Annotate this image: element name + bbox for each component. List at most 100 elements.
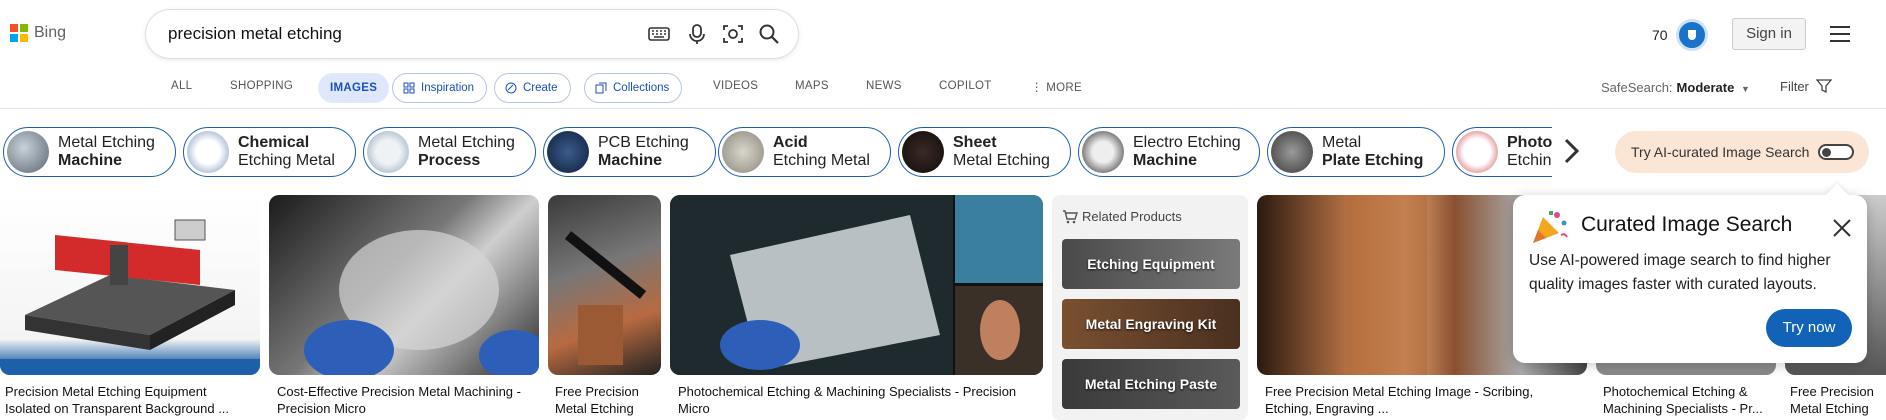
popup-notch bbox=[1825, 183, 1849, 207]
tab-create[interactable]: Create bbox=[494, 73, 571, 103]
related-product-item[interactable]: Metal Engraving Kit bbox=[1062, 299, 1240, 349]
tab-more-label: MORE bbox=[1046, 82, 1082, 94]
pill-line1: PCB Etching bbox=[598, 134, 689, 151]
related-thumb bbox=[1082, 131, 1124, 173]
rewards-icon[interactable] bbox=[1676, 19, 1708, 51]
pill-line2: Plate Etching bbox=[1322, 152, 1424, 169]
pill-line2: Machine bbox=[58, 152, 123, 169]
keyboard-icon[interactable] bbox=[648, 23, 670, 45]
filter-label: Filter bbox=[1780, 79, 1809, 94]
pill-line2: Machine bbox=[1133, 152, 1198, 169]
hamburger-menu-icon[interactable] bbox=[1830, 26, 1850, 42]
funnel-icon bbox=[1815, 79, 1832, 94]
result-caption[interactable]: Photochemical Etching & Machining Specia… bbox=[1603, 383, 1773, 417]
pill-line1: Metal bbox=[1322, 134, 1362, 151]
etched-copper-image bbox=[564, 231, 647, 365]
tab-collections[interactable]: Collections bbox=[584, 73, 683, 103]
search-box[interactable]: precision metal etching bbox=[146, 10, 798, 58]
related-search-pill[interactable]: Acid Etching Metal bbox=[718, 127, 891, 177]
search-input[interactable]: precision metal etching bbox=[168, 24, 342, 44]
tab-inspiration-label: Inspiration bbox=[421, 82, 475, 94]
pill-line2: Etching Metal bbox=[238, 152, 335, 169]
close-icon[interactable] bbox=[1831, 217, 1853, 239]
pill-line2: Metal Etching bbox=[953, 152, 1050, 169]
tab-copilot[interactable]: COPILOT bbox=[939, 80, 992, 92]
party-popper-icon bbox=[1533, 211, 1568, 243]
related-search-pill[interactable]: PCB Etching Machine bbox=[543, 127, 716, 177]
related-search-pill[interactable]: Metal Etching Process bbox=[363, 127, 536, 177]
pill-line2: Etching Metal bbox=[773, 152, 870, 169]
bing-logo[interactable]: Bing bbox=[10, 24, 66, 42]
tab-collections-label: Collections bbox=[613, 82, 670, 94]
pill-line1: Metal Etching bbox=[58, 134, 155, 151]
related-search-pill[interactable]: Chemical Etching Metal bbox=[183, 127, 356, 177]
tab-more[interactable]: ⋮ MORE bbox=[1031, 80, 1082, 94]
microsoft-logo-icon bbox=[10, 24, 28, 42]
related-product-item[interactable]: Etching Equipment bbox=[1062, 239, 1240, 289]
related-thumb bbox=[1456, 131, 1498, 173]
related-search-pill[interactable]: Metal Plate Etching bbox=[1267, 127, 1445, 177]
tab-create-label: Create bbox=[523, 82, 558, 94]
visual-search-icon[interactable] bbox=[722, 23, 744, 45]
filter-button[interactable]: Filter bbox=[1780, 78, 1832, 94]
pill-line2: Etching bbox=[1507, 152, 1552, 169]
related-search-pill[interactable]: PhotoEtching bbox=[1452, 127, 1552, 177]
pill-line1: Acid bbox=[773, 134, 808, 151]
result-caption[interactable]: Free Precision Metal Etching Image - Scr… bbox=[1265, 383, 1565, 417]
result-caption[interactable]: Photochemical Etching & Machining Specia… bbox=[678, 383, 1038, 417]
related-thumb bbox=[1271, 131, 1313, 173]
related-search-pill[interactable]: Sheet Metal Etching bbox=[898, 127, 1071, 177]
shopping-cart-icon bbox=[1063, 210, 1078, 224]
toggle-switch[interactable] bbox=[1818, 144, 1854, 160]
related-thumb bbox=[7, 131, 49, 173]
microphone-icon[interactable] bbox=[686, 23, 708, 45]
related-thumb bbox=[722, 131, 764, 173]
safesearch-dropdown[interactable]: SafeSearch: Moderate ▼ bbox=[1601, 80, 1750, 95]
pill-line1: Metal Etching bbox=[418, 134, 515, 151]
result-caption[interactable]: Cost-Effective Precision Metal Machining… bbox=[277, 383, 537, 417]
tab-images[interactable]: IMAGES bbox=[318, 73, 390, 103]
result-image[interactable] bbox=[548, 195, 661, 375]
tab-maps[interactable]: MAPS bbox=[795, 80, 829, 92]
related-products-panel: Related Products Etching Equipment Metal… bbox=[1052, 195, 1248, 420]
result-caption[interactable]: Free Precision Metal Etching bbox=[555, 383, 660, 417]
related-search-pill[interactable]: Metal Etching Machine bbox=[3, 127, 176, 177]
pill-line1: Electro Etching bbox=[1133, 134, 1241, 151]
related-search-pill[interactable]: Electro Etching Machine bbox=[1078, 127, 1260, 177]
sign-in-button[interactable]: Sign in bbox=[1732, 18, 1806, 50]
pill-line1: Sheet bbox=[953, 134, 997, 151]
safesearch-label: SafeSearch: bbox=[1601, 80, 1673, 95]
metal-sheet-image bbox=[304, 230, 539, 375]
etching-machine-image bbox=[0, 219, 260, 375]
collections-icon bbox=[595, 82, 607, 94]
related-product-item[interactable]: Metal Etching Paste bbox=[1062, 359, 1240, 409]
result-image[interactable] bbox=[0, 195, 260, 375]
header: Bing precision metal etching 70 Sign in bbox=[0, 0, 1886, 70]
tab-inspiration[interactable]: Inspiration bbox=[392, 73, 488, 103]
ai-toggle-label: Try AI-curated Image Search bbox=[1631, 144, 1810, 160]
tab-videos[interactable]: VIDEOS bbox=[713, 80, 758, 92]
result-image[interactable] bbox=[269, 195, 539, 375]
tab-news[interactable]: NEWS bbox=[866, 80, 902, 92]
result-image[interactable] bbox=[670, 195, 1043, 375]
tab-all[interactable]: ALL bbox=[171, 80, 192, 92]
rewards-count[interactable]: 70 bbox=[1652, 27, 1668, 43]
chevron-right-icon[interactable] bbox=[1556, 136, 1586, 166]
related-products-heading: Related Products bbox=[1082, 209, 1182, 224]
inspiration-icon bbox=[403, 82, 415, 94]
pill-line1: Chemical bbox=[238, 134, 310, 151]
pill-line2: Machine bbox=[598, 152, 663, 169]
result-caption[interactable]: Free Precision Metal Etching bbox=[1790, 383, 1886, 417]
try-now-button[interactable]: Try now bbox=[1766, 309, 1852, 347]
vertical-nav: ALL SHOPPING IMAGES Inspiration Create C… bbox=[0, 70, 1886, 106]
photochemical-etching-image bbox=[670, 195, 1043, 375]
related-thumb bbox=[367, 131, 409, 173]
tab-shopping[interactable]: SHOPPING bbox=[230, 80, 293, 92]
brand-name: Bing bbox=[34, 24, 67, 41]
search-icon[interactable] bbox=[758, 23, 780, 45]
related-thumb bbox=[902, 131, 944, 173]
create-icon bbox=[505, 82, 517, 94]
safesearch-value: Moderate bbox=[1676, 80, 1735, 95]
result-caption[interactable]: Precision Metal Etching Equipment Isolat… bbox=[5, 383, 255, 417]
ai-curated-toggle[interactable]: Try AI-curated Image Search bbox=[1615, 131, 1869, 173]
